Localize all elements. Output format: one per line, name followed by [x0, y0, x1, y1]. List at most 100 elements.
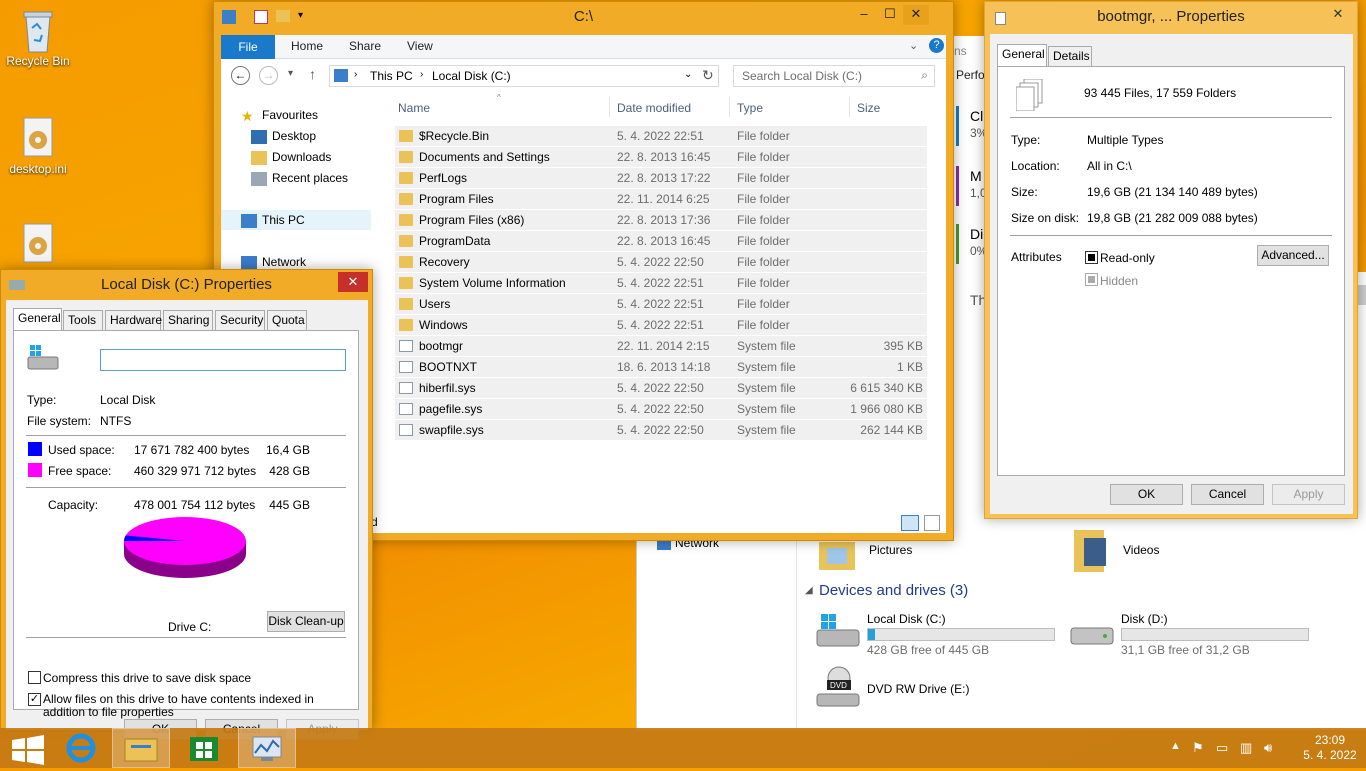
file-row[interactable]: Windows 5. 4. 2022 22:51 File folder	[395, 315, 927, 336]
file-row[interactable]: Users 5. 4. 2022 22:51 File folder	[395, 294, 927, 315]
tab-file[interactable]: File	[221, 35, 275, 59]
file-explorer-taskbar-button[interactable]	[112, 728, 170, 768]
collapse-arrow-icon[interactable]: ◢	[805, 585, 813, 596]
nav-favourites[interactable]: ★ Favourites	[221, 105, 377, 125]
tab-security[interactable]: Security	[215, 310, 265, 330]
back-button-icon[interactable]: ←	[231, 66, 250, 85]
tab-details[interactable]: Details	[1048, 46, 1092, 66]
file-row[interactable]: $Recycle.Bin 5. 4. 2022 22:51 File folder	[395, 126, 927, 147]
hidden-label[interactable]: Hidden	[1100, 274, 1138, 288]
tab-general[interactable]: General	[13, 308, 62, 330]
maximize-button[interactable]: ☐	[877, 5, 903, 25]
desktop-icon-recycle-bin[interactable]: Recycle Bin	[0, 8, 76, 68]
tab-tools[interactable]: Tools	[63, 310, 103, 330]
videos-label[interactable]: Videos	[1123, 543, 1159, 557]
file-row[interactable]: swapfile.sys 5. 4. 2022 22:50 System file 2…	[395, 420, 927, 441]
file-row[interactable]: Program Files 22. 11. 2014 6:25 File folde…	[395, 189, 927, 210]
drive-caption: Drive C:	[168, 620, 212, 634]
pictures-label[interactable]: Pictures	[869, 543, 912, 557]
volume-icon[interactable]: 🔊︎	[1264, 740, 1272, 756]
breadcrumb-local-disk[interactable]: Local Disk (C:)	[432, 69, 511, 83]
index-checkbox[interactable]: ✓	[28, 693, 41, 706]
readonly-checkbox[interactable]	[1085, 251, 1098, 264]
forward-button-icon[interactable]: →	[259, 66, 278, 85]
network-error-icon[interactable]: ▥	[1240, 740, 1252, 756]
resource-monitor-taskbar-button[interactable]	[238, 728, 296, 768]
breadcrumb-this-pc[interactable]: This PC	[370, 69, 413, 83]
index-label[interactable]: Allow files on this drive to have conten…	[43, 693, 343, 719]
file-row[interactable]: Recovery 5. 4. 2022 22:50 File folder	[395, 252, 927, 273]
scrollbar-thumb[interactable]	[1358, 285, 1366, 305]
column-name[interactable]: Name	[398, 101, 430, 115]
close-button[interactable]: ✕	[903, 5, 929, 25]
file-row[interactable]: bootmgr 22. 11. 2014 2:15 System file 395 K…	[395, 336, 927, 357]
up-button-icon[interactable]: ↑	[309, 66, 316, 82]
tab-general[interactable]: General	[997, 44, 1047, 66]
column-divider[interactable]	[849, 97, 850, 117]
nav-recent-places[interactable]: Recent places	[221, 168, 377, 188]
file-row[interactable]: pagefile.sys 5. 4. 2022 22:50 System file 1…	[395, 399, 927, 420]
address-bar[interactable]: › This PC › Local Disk (C:) ⌄ ↻	[329, 65, 719, 87]
used-space-label: Used space:	[48, 443, 115, 457]
disk-cleanup-button[interactable]: Disk Clean-up	[267, 611, 345, 632]
recent-locations-icon[interactable]: ▾	[288, 68, 293, 79]
compress-label[interactable]: Compress this drive to save disk space	[43, 671, 251, 685]
details-view-icon[interactable]	[901, 515, 919, 531]
compress-checkbox[interactable]	[28, 671, 41, 684]
column-type[interactable]: Type	[737, 101, 763, 115]
file-row[interactable]: System Volume Information 5. 4. 2022 22:5…	[395, 273, 927, 294]
taskbar: ▲ ⚑ ▭ ▥ 🔊︎ 23:09 5. 4. 2022	[0, 728, 1366, 768]
tab-quota[interactable]: Quota	[267, 310, 307, 330]
refresh-icon[interactable]: ↻	[702, 67, 714, 84]
column-divider[interactable]	[609, 97, 610, 117]
cancel-button[interactable]: Cancel	[1191, 484, 1264, 505]
action-center-flag-icon[interactable]: ⚑	[1192, 740, 1204, 756]
expand-ribbon-icon[interactable]: ⌄	[909, 39, 918, 52]
drive-e[interactable]: DVD DVD RW Drive (E:)	[815, 666, 1065, 712]
nav-this-pc[interactable]: This PC	[221, 210, 371, 230]
clock[interactable]: 23:09 5. 4. 2022	[1300, 733, 1360, 763]
start-button[interactable]	[0, 728, 58, 768]
readonly-label[interactable]: Read-only	[1100, 251, 1155, 265]
tab-home[interactable]: Home	[291, 39, 323, 53]
desktop-icon-desktop-ini[interactable]: desktop.ini	[0, 116, 76, 176]
store-taskbar-button[interactable]	[175, 728, 233, 768]
minimize-button[interactable]: –	[851, 5, 877, 25]
file-row[interactable]: Documents and Settings 22. 8. 2013 16:45 F…	[395, 147, 927, 168]
drive-c[interactable]: Local Disk (C:) 428 GB free of 445 GB	[815, 610, 1065, 657]
file-name: bootmgr	[419, 339, 464, 353]
help-icon[interactable]: ?	[929, 38, 944, 53]
close-button[interactable]: ✕	[1325, 5, 1351, 25]
nav-desktop[interactable]: Desktop	[221, 126, 377, 146]
file-row[interactable]: Program Files (x86) 22. 8. 2013 17:36 File…	[395, 210, 927, 231]
large-icons-view-icon[interactable]	[924, 515, 940, 531]
file-row[interactable]: hiberfil.sys 5. 4. 2022 22:50 System file 6…	[395, 378, 927, 399]
file-row[interactable]: BOOTNXT 18. 6. 2013 14:18 System file 1 KB	[395, 357, 927, 378]
ok-button[interactable]: OK	[1110, 484, 1183, 505]
tab-share[interactable]: Share	[349, 39, 381, 53]
tab-hardware[interactable]: Hardware	[105, 310, 162, 330]
show-hidden-icons-icon[interactable]: ▲	[1170, 740, 1181, 752]
hidden-checkbox[interactable]	[1085, 273, 1098, 286]
close-button[interactable]: ✕	[338, 272, 368, 292]
devices-header[interactable]: Devices and drives (3)	[819, 582, 968, 599]
nav-downloads[interactable]: Downloads	[221, 147, 377, 167]
advanced-button[interactable]: Advanced...	[1257, 245, 1329, 266]
size-on-disk-label: Size on disk:	[1011, 211, 1080, 225]
display-icon[interactable]: ▭	[1216, 740, 1228, 756]
address-dropdown-icon[interactable]: ⌄	[684, 69, 692, 80]
strip-text: Th	[970, 292, 984, 308]
column-size[interactable]: Size	[857, 101, 880, 115]
file-row[interactable]: ProgramData 22. 8. 2013 16:45 File folder	[395, 231, 927, 252]
internet-explorer-taskbar-button[interactable]	[52, 728, 110, 768]
tab-sharing[interactable]: Sharing	[163, 310, 213, 330]
tab-view[interactable]: View	[407, 39, 433, 53]
apply-button[interactable]: Apply	[1272, 484, 1345, 505]
column-date-modified[interactable]: Date modified	[617, 101, 691, 115]
drive-d[interactable]: Disk (D:) 31,1 GB free of 31,2 GB	[1069, 610, 1319, 657]
volume-label-input[interactable]	[100, 349, 346, 371]
desktop-icon-unnamed[interactable]	[0, 222, 76, 268]
file-row[interactable]: PerfLogs 22. 8. 2013 17:22 File folder	[395, 168, 927, 189]
column-divider[interactable]	[729, 97, 730, 117]
search-input[interactable]: Search Local Disk (C:) ⌕	[733, 65, 935, 87]
